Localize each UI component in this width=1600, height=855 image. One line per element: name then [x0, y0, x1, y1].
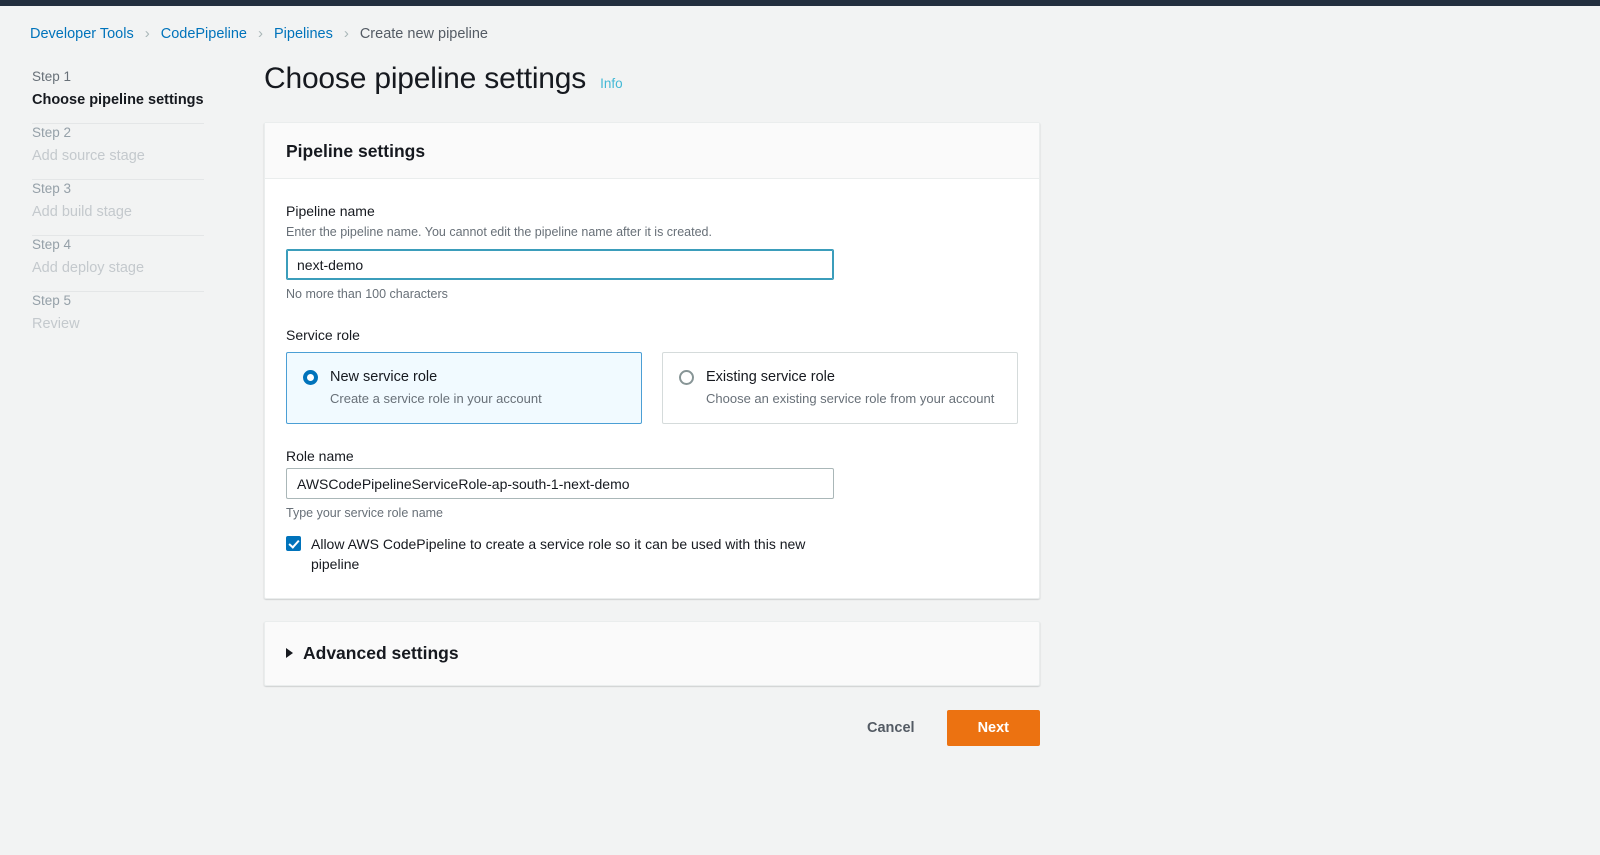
advanced-settings-section[interactable]: Advanced settings: [264, 621, 1040, 686]
pipeline-settings-card-body: Pipeline name Enter the pipeline name. Y…: [265, 179, 1039, 598]
step-5-number: Step 5: [32, 293, 72, 308]
existing-service-role-description: Choose an existing service role from you…: [706, 391, 995, 406]
radio-tile-new-service-role[interactable]: New service role Create a service role i…: [286, 352, 642, 424]
step-1-number: Step 1: [32, 69, 72, 84]
next-button[interactable]: Next: [946, 710, 1040, 746]
new-service-role-description: Create a service role in your account: [330, 391, 542, 406]
step-5-label: Review: [32, 316, 80, 332]
sidebar-step-5[interactable]: Step 5 Review: [32, 292, 204, 347]
breadcrumb-item-codepipeline[interactable]: CodePipeline: [161, 24, 247, 44]
radio-selected-icon[interactable]: [303, 370, 318, 385]
radio-unselected-icon[interactable]: [679, 370, 694, 385]
wizard-step-navigation: Step 1 Choose pipeline settings Step 2 A…: [32, 68, 204, 347]
pipeline-settings-title: Pipeline settings: [286, 141, 426, 161]
sidebar-step-1[interactable]: Step 1 Choose pipeline settings: [32, 68, 204, 123]
step-2-label: Add source stage: [32, 148, 145, 164]
sidebar-step-3[interactable]: Step 3 Add build stage: [32, 180, 204, 235]
pipeline-name-hint: No more than 100 characters: [286, 287, 448, 301]
advanced-settings-title: Advanced settings: [303, 643, 459, 663]
step-4-number: Step 4: [32, 237, 72, 252]
step-2-number: Step 2: [32, 125, 72, 140]
breadcrumb-item-developer-tools[interactable]: Developer Tools: [30, 24, 134, 44]
breadcrumb-item-create-new-pipeline: Create new pipeline: [359, 26, 488, 42]
pipeline-name-description: Enter the pipeline name. You cannot edit…: [286, 225, 712, 239]
page-title: Choose pipeline settings: [264, 62, 587, 95]
wizard-actions: Cancel Next: [264, 710, 1040, 746]
role-name-label: Role name: [286, 448, 354, 464]
page-header: Choose pipeline settings Info: [264, 60, 1040, 98]
breadcrumb: Developer Tools › CodePipeline › Pipelin…: [30, 24, 488, 44]
step-3-number: Step 3: [32, 181, 72, 196]
existing-service-role-title: Existing service role: [706, 369, 835, 385]
allow-service-role-checkbox-label: Allow AWS CodePipeline to create a servi…: [311, 536, 806, 572]
pipeline-name-input[interactable]: [286, 249, 834, 280]
sidebar-step-4[interactable]: Step 4 Add deploy stage: [32, 236, 204, 291]
service-role-options: New service role Create a service role i…: [286, 352, 1018, 424]
breadcrumb-separator-icon: ›: [257, 24, 263, 42]
pipeline-settings-card: Pipeline settings Pipeline name Enter th…: [264, 122, 1040, 599]
new-service-role-title: New service role: [330, 369, 438, 385]
pipeline-name-label: Pipeline name: [286, 203, 375, 219]
service-role-label: Service role: [286, 327, 360, 343]
service-role-field-group: Service role New service role Create a s…: [286, 325, 1018, 424]
info-link[interactable]: Info: [600, 76, 623, 91]
sidebar-step-2[interactable]: Step 2 Add source stage: [32, 124, 204, 179]
step-4-label: Add deploy stage: [32, 260, 145, 276]
pipeline-settings-card-header: Pipeline settings: [265, 123, 1039, 179]
role-name-input[interactable]: [286, 468, 834, 499]
checkbox-checked-icon[interactable]: [286, 536, 301, 551]
pipeline-name-field-group: Pipeline name Enter the pipeline name. Y…: [286, 201, 1018, 303]
radio-tile-existing-service-role[interactable]: Existing service role Choose an existing…: [662, 352, 1018, 424]
step-3-label: Add build stage: [32, 204, 132, 220]
allow-service-role-checkbox-row[interactable]: Allow AWS CodePipeline to create a servi…: [286, 534, 1018, 574]
cancel-button[interactable]: Cancel: [857, 713, 925, 743]
role-name-field-group: Role name Type your service role name Al…: [286, 446, 1018, 574]
breadcrumb-separator-icon: ›: [144, 24, 150, 42]
breadcrumb-separator-icon: ›: [343, 24, 349, 42]
top-navigation-bar: [0, 0, 1600, 6]
role-name-hint: Type your service role name: [286, 506, 444, 520]
caret-right-icon[interactable]: [286, 648, 293, 658]
step-1-label: Choose pipeline settings: [32, 92, 204, 108]
main-content: Choose pipeline settings Info Pipeline s…: [264, 60, 1040, 746]
breadcrumb-item-pipelines[interactable]: Pipelines: [274, 24, 333, 44]
